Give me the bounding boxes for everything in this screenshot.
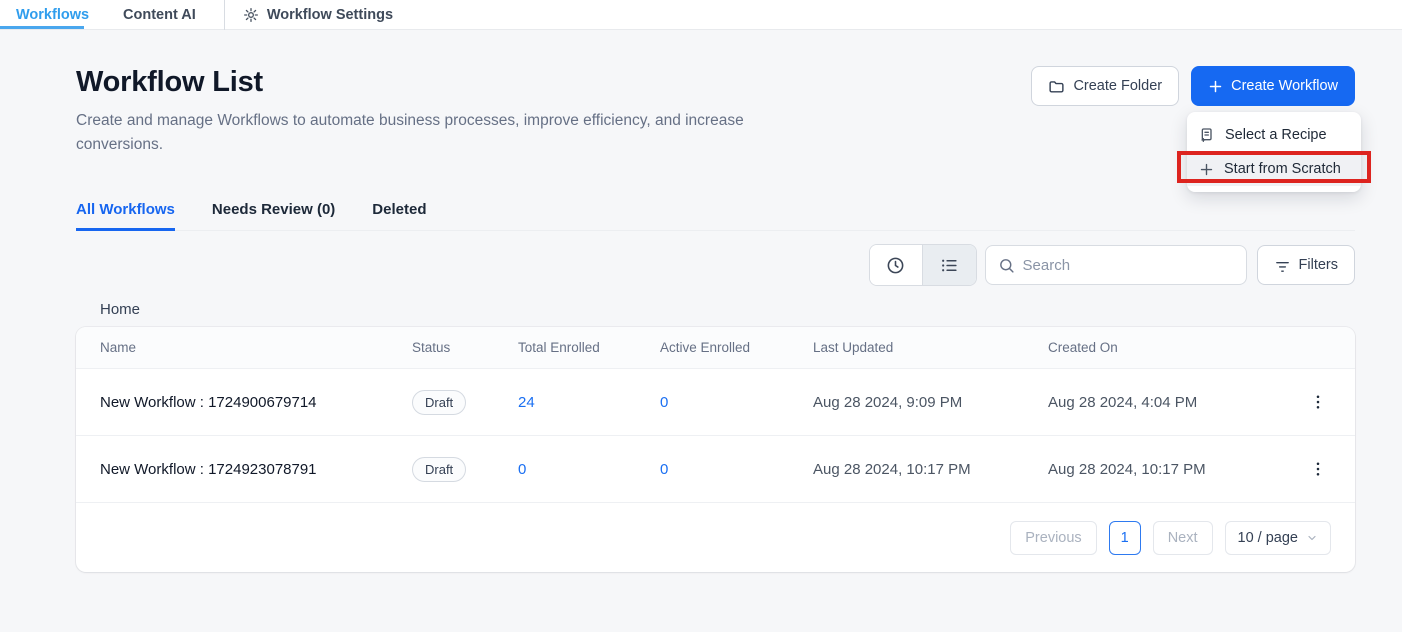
create-folder-label: Create Folder xyxy=(1073,78,1162,94)
filters-button[interactable]: Filters xyxy=(1257,245,1355,285)
menu-item-start-from-scratch-label: Start from Scratch xyxy=(1224,161,1341,177)
last-updated-value: Aug 28 2024, 9:09 PM xyxy=(813,394,1048,411)
list-view-button[interactable] xyxy=(923,245,976,285)
filter-icon xyxy=(1274,257,1291,274)
recipe-icon xyxy=(1199,127,1215,143)
last-updated-value: Aug 28 2024, 10:17 PM xyxy=(813,461,1048,478)
plus-icon xyxy=(1199,162,1214,177)
active-enrolled-link[interactable]: 0 xyxy=(660,461,813,478)
total-enrolled-link[interactable]: 0 xyxy=(518,461,660,478)
column-header-active-enrolled: Active Enrolled xyxy=(660,340,813,355)
main-content: Workflow List Create and manage Workflow… xyxy=(76,66,1355,572)
menu-item-select-recipe[interactable]: Select a Recipe xyxy=(1187,118,1361,152)
workflow-name[interactable]: New Workflow : 1724900679714 xyxy=(100,394,412,411)
workflow-table-card: Name Status Total Enrolled Active Enroll… xyxy=(76,327,1355,572)
created-on-value: Aug 28 2024, 4:04 PM xyxy=(1048,394,1283,411)
row-actions-kebab-icon[interactable] xyxy=(1283,460,1331,478)
column-header-created-on: Created On xyxy=(1048,340,1283,355)
next-page-button[interactable]: Next xyxy=(1153,521,1213,555)
list-icon xyxy=(940,256,959,275)
workflow-name[interactable]: New Workflow : 1724923078791 xyxy=(100,461,412,478)
history-view-button[interactable] xyxy=(870,245,923,285)
create-workflow-menu: Select a Recipe Start from Scratch xyxy=(1187,112,1361,192)
table-toolbar: Filters xyxy=(76,244,1355,286)
page-header-text: Workflow List Create and manage Workflow… xyxy=(76,66,821,157)
clock-icon xyxy=(886,256,905,275)
nav-workflow-settings[interactable]: Workflow Settings xyxy=(243,7,393,23)
page-size-label: 10 / page xyxy=(1238,530,1298,546)
pagination: Previous 1 Next 10 / page xyxy=(76,503,1355,572)
previous-page-button[interactable]: Previous xyxy=(1010,521,1096,555)
tab-needs-review[interactable]: Needs Review (0) xyxy=(212,201,335,230)
search-icon xyxy=(998,257,1015,274)
column-header-last-updated: Last Updated xyxy=(813,340,1048,355)
page-title: Workflow List xyxy=(76,66,821,99)
row-actions-kebab-icon[interactable] xyxy=(1283,393,1331,411)
breadcrumb: Home xyxy=(76,301,1355,318)
create-folder-button[interactable]: Create Folder xyxy=(1031,66,1179,106)
filters-label: Filters xyxy=(1299,257,1338,273)
menu-item-select-recipe-label: Select a Recipe xyxy=(1225,127,1327,143)
column-header-status: Status xyxy=(412,340,518,355)
search-box xyxy=(985,245,1247,285)
table-header-row: Name Status Total Enrolled Active Enroll… xyxy=(76,327,1355,369)
create-workflow-button[interactable]: Create Workflow xyxy=(1191,66,1355,106)
table-row[interactable]: New Workflow : 1724900679714 Draft 24 0 … xyxy=(76,369,1355,436)
breadcrumb-home[interactable]: Home xyxy=(100,301,140,318)
tab-deleted[interactable]: Deleted xyxy=(372,201,426,230)
nav-active-underline xyxy=(0,26,84,29)
plus-icon xyxy=(1208,79,1223,94)
status-badge: Draft xyxy=(412,390,466,415)
created-on-value: Aug 28 2024, 10:17 PM xyxy=(1048,461,1283,478)
create-workflow-label: Create Workflow xyxy=(1231,78,1338,94)
status-badge: Draft xyxy=(412,457,466,482)
table-row[interactable]: New Workflow : 1724923078791 Draft 0 0 A… xyxy=(76,436,1355,503)
tab-all-workflows[interactable]: All Workflows xyxy=(76,201,175,230)
view-toggle xyxy=(869,244,977,286)
menu-item-start-from-scratch[interactable]: Start from Scratch xyxy=(1187,152,1361,186)
page-size-select[interactable]: 10 / page xyxy=(1225,521,1331,555)
header-actions: Create Folder Create Workflow xyxy=(1031,66,1355,106)
search-input[interactable] xyxy=(1023,257,1234,274)
active-enrolled-link[interactable]: 0 xyxy=(660,394,813,411)
folder-icon xyxy=(1048,78,1065,95)
top-nav: Workflows Content AI Workflow Settings xyxy=(0,0,1402,30)
nav-settings-label: Workflow Settings xyxy=(267,7,393,23)
page-description: Create and manage Workflows to automate … xyxy=(76,109,821,157)
page-number-button[interactable]: 1 xyxy=(1109,521,1141,555)
nav-tab-content-ai[interactable]: Content AI xyxy=(115,7,204,23)
column-header-total-enrolled: Total Enrolled xyxy=(518,340,660,355)
column-header-name: Name xyxy=(100,340,412,355)
nav-divider xyxy=(224,0,225,30)
page-header: Workflow List Create and manage Workflow… xyxy=(76,66,1355,157)
total-enrolled-link[interactable]: 24 xyxy=(518,394,660,411)
nav-tab-workflows[interactable]: Workflows xyxy=(8,7,97,23)
gear-icon xyxy=(243,7,259,23)
workflow-tabs: All Workflows Needs Review (0) Deleted xyxy=(76,201,1355,231)
chevron-down-icon xyxy=(1306,532,1318,544)
